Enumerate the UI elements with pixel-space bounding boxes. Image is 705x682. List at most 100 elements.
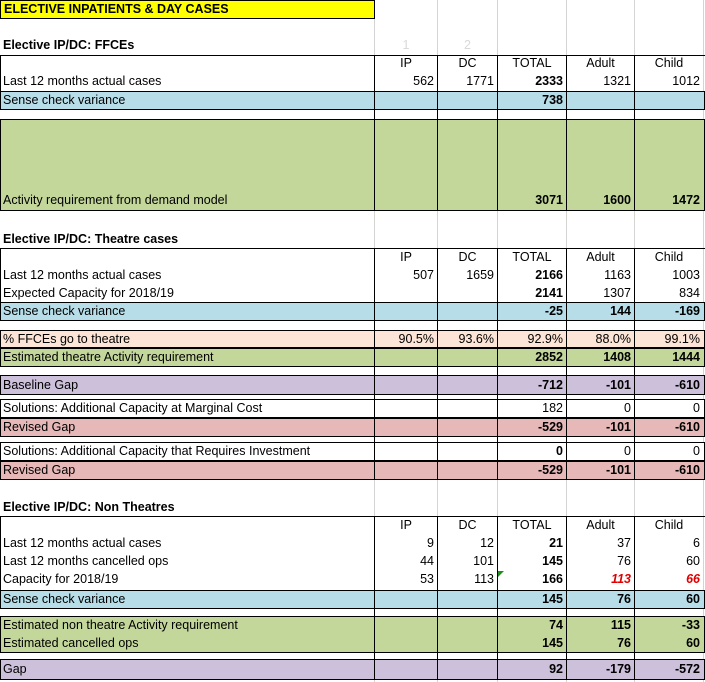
- cell-adult[interactable]: 76: [567, 591, 634, 608]
- cell-total[interactable]: -25: [498, 303, 566, 320]
- cell-ip[interactable]: 44: [375, 553, 437, 570]
- cell-total[interactable]: 0: [498, 443, 566, 460]
- header-total[interactable]: TOTAL: [498, 249, 566, 266]
- cell-adult[interactable]: 1163: [567, 267, 634, 284]
- cell-ip[interactable]: 9: [375, 535, 437, 552]
- cell-child[interactable]: 0: [635, 400, 703, 417]
- row-label[interactable]: Solutions: Additional Capacity that Requ…: [0, 443, 374, 460]
- header-ip[interactable]: IP: [375, 517, 437, 534]
- cell-dc[interactable]: 101: [438, 553, 497, 570]
- cell-total[interactable]: 182: [498, 400, 566, 417]
- cell-child[interactable]: -169: [635, 303, 703, 320]
- cell-dc[interactable]: 12: [438, 535, 497, 552]
- cell-adult[interactable]: 76: [567, 553, 634, 570]
- row-label[interactable]: Capacity for 2018/19: [0, 571, 374, 588]
- cell-adult[interactable]: 144: [567, 303, 634, 320]
- cell-total[interactable]: 166: [498, 571, 566, 588]
- cell-dc[interactable]: 1659: [438, 267, 497, 284]
- row-label[interactable]: Last 12 months cancelled ops: [0, 553, 374, 570]
- cell-adult[interactable]: 1307: [567, 285, 634, 302]
- cell-total[interactable]: -529: [498, 419, 566, 436]
- cell-child[interactable]: 1444: [635, 349, 703, 366]
- header-child[interactable]: Child: [635, 55, 703, 72]
- cell-adult[interactable]: -101: [567, 462, 634, 479]
- row-label[interactable]: Baseline Gap: [0, 377, 374, 394]
- header-dc[interactable]: DC: [438, 517, 497, 534]
- header-adult[interactable]: Adult: [567, 55, 634, 72]
- cell-total[interactable]: -529: [498, 462, 566, 479]
- cell-child[interactable]: -610: [635, 377, 703, 394]
- header-dc[interactable]: DC: [438, 55, 497, 72]
- row-label[interactable]: Gap: [0, 661, 374, 678]
- cell-total[interactable]: -712: [498, 377, 566, 394]
- cell-dc[interactable]: 113: [438, 571, 497, 588]
- header-ip[interactable]: IP: [375, 55, 437, 72]
- row-label[interactable]: Last 12 months actual cases: [0, 535, 374, 552]
- cell-ip[interactable]: 53: [375, 571, 437, 588]
- cell-total[interactable]: 92.9%: [498, 331, 566, 348]
- cell-adult[interactable]: 1600: [567, 192, 634, 209]
- row-label[interactable]: Sense check variance: [0, 92, 374, 109]
- header-child[interactable]: Child: [635, 249, 703, 266]
- row-label[interactable]: Estimated theatre Activity requirement: [0, 349, 374, 366]
- cell-adult[interactable]: 0: [567, 400, 634, 417]
- sheet-title[interactable]: ELECTIVE INPATIENTS & DAY CASES: [0, 0, 375, 19]
- cell-adult[interactable]: 115: [567, 617, 634, 634]
- cell-child[interactable]: -610: [635, 419, 703, 436]
- cell-adult[interactable]: -179: [567, 661, 634, 678]
- cell-total[interactable]: 2141: [498, 285, 566, 302]
- row-label[interactable]: Sense check variance: [0, 591, 374, 608]
- cell-total[interactable]: 2852: [498, 349, 566, 366]
- row-label[interactable]: Estimated non theatre Activity requireme…: [0, 617, 374, 634]
- row-label[interactable]: Solutions: Additional Capacity at Margin…: [0, 400, 374, 417]
- cell-child[interactable]: -610: [635, 462, 703, 479]
- row-label[interactable]: Estimated cancelled ops: [0, 635, 374, 652]
- header-ip[interactable]: IP: [375, 249, 437, 266]
- row-label[interactable]: Sense check variance: [0, 303, 374, 320]
- header-dc[interactable]: DC: [438, 249, 497, 266]
- cell-child[interactable]: 60: [635, 591, 703, 608]
- cell-adult[interactable]: 76: [567, 635, 634, 652]
- cell-ip[interactable]: 562: [375, 73, 437, 90]
- section-heading-nontheatre[interactable]: Elective IP/DC: Non Theatres: [0, 499, 374, 516]
- cell-child[interactable]: 6: [635, 535, 703, 552]
- cell-total[interactable]: 92: [498, 661, 566, 678]
- cell-total[interactable]: 145: [498, 591, 566, 608]
- section-heading-theatre[interactable]: Elective IP/DC: Theatre cases: [0, 231, 374, 248]
- header-total[interactable]: TOTAL: [498, 517, 566, 534]
- cell-total[interactable]: 3071: [498, 192, 566, 209]
- cell-adult[interactable]: 88.0%: [567, 331, 634, 348]
- cell-total[interactable]: 21: [498, 535, 566, 552]
- cell-total[interactable]: 2333: [498, 73, 566, 90]
- cell-adult[interactable]: 113: [567, 571, 634, 588]
- cell-child[interactable]: -572: [635, 661, 703, 678]
- cell-child[interactable]: 60: [635, 635, 703, 652]
- row-label[interactable]: Activity requirement from demand model: [0, 192, 374, 209]
- cell-total[interactable]: 74: [498, 617, 566, 634]
- cell-dc[interactable]: 1771: [438, 73, 497, 90]
- header-adult[interactable]: Adult: [567, 249, 634, 266]
- row-label[interactable]: Revised Gap: [0, 462, 374, 479]
- cell-child[interactable]: -33: [635, 617, 703, 634]
- cell-child[interactable]: 1472: [635, 192, 703, 209]
- header-adult[interactable]: Adult: [567, 517, 634, 534]
- cell-child[interactable]: 99.1%: [635, 331, 703, 348]
- section-heading-ffce[interactable]: Elective IP/DC: FFCEs: [0, 37, 374, 54]
- cell-adult[interactable]: 1321: [567, 73, 634, 90]
- cell-child[interactable]: 834: [635, 285, 703, 302]
- cell-total[interactable]: 2166: [498, 267, 566, 284]
- row-label[interactable]: Expected Capacity for 2018/19: [0, 285, 374, 302]
- cell-child[interactable]: 66: [635, 571, 703, 588]
- row-label[interactable]: % FFCEs go to theatre: [0, 331, 374, 348]
- row-label[interactable]: Last 12 months actual cases: [0, 267, 374, 284]
- cell-total[interactable]: 145: [498, 553, 566, 570]
- cell-ip[interactable]: 90.5%: [375, 331, 437, 348]
- row-label[interactable]: Last 12 months actual cases: [0, 73, 374, 90]
- cell-adult[interactable]: 37: [567, 535, 634, 552]
- cell-adult[interactable]: -101: [567, 377, 634, 394]
- cell-adult[interactable]: 1408: [567, 349, 634, 366]
- cell-adult[interactable]: 0: [567, 443, 634, 460]
- cell-ip[interactable]: 507: [375, 267, 437, 284]
- cell-child[interactable]: 0: [635, 443, 703, 460]
- header-total[interactable]: TOTAL: [498, 55, 566, 72]
